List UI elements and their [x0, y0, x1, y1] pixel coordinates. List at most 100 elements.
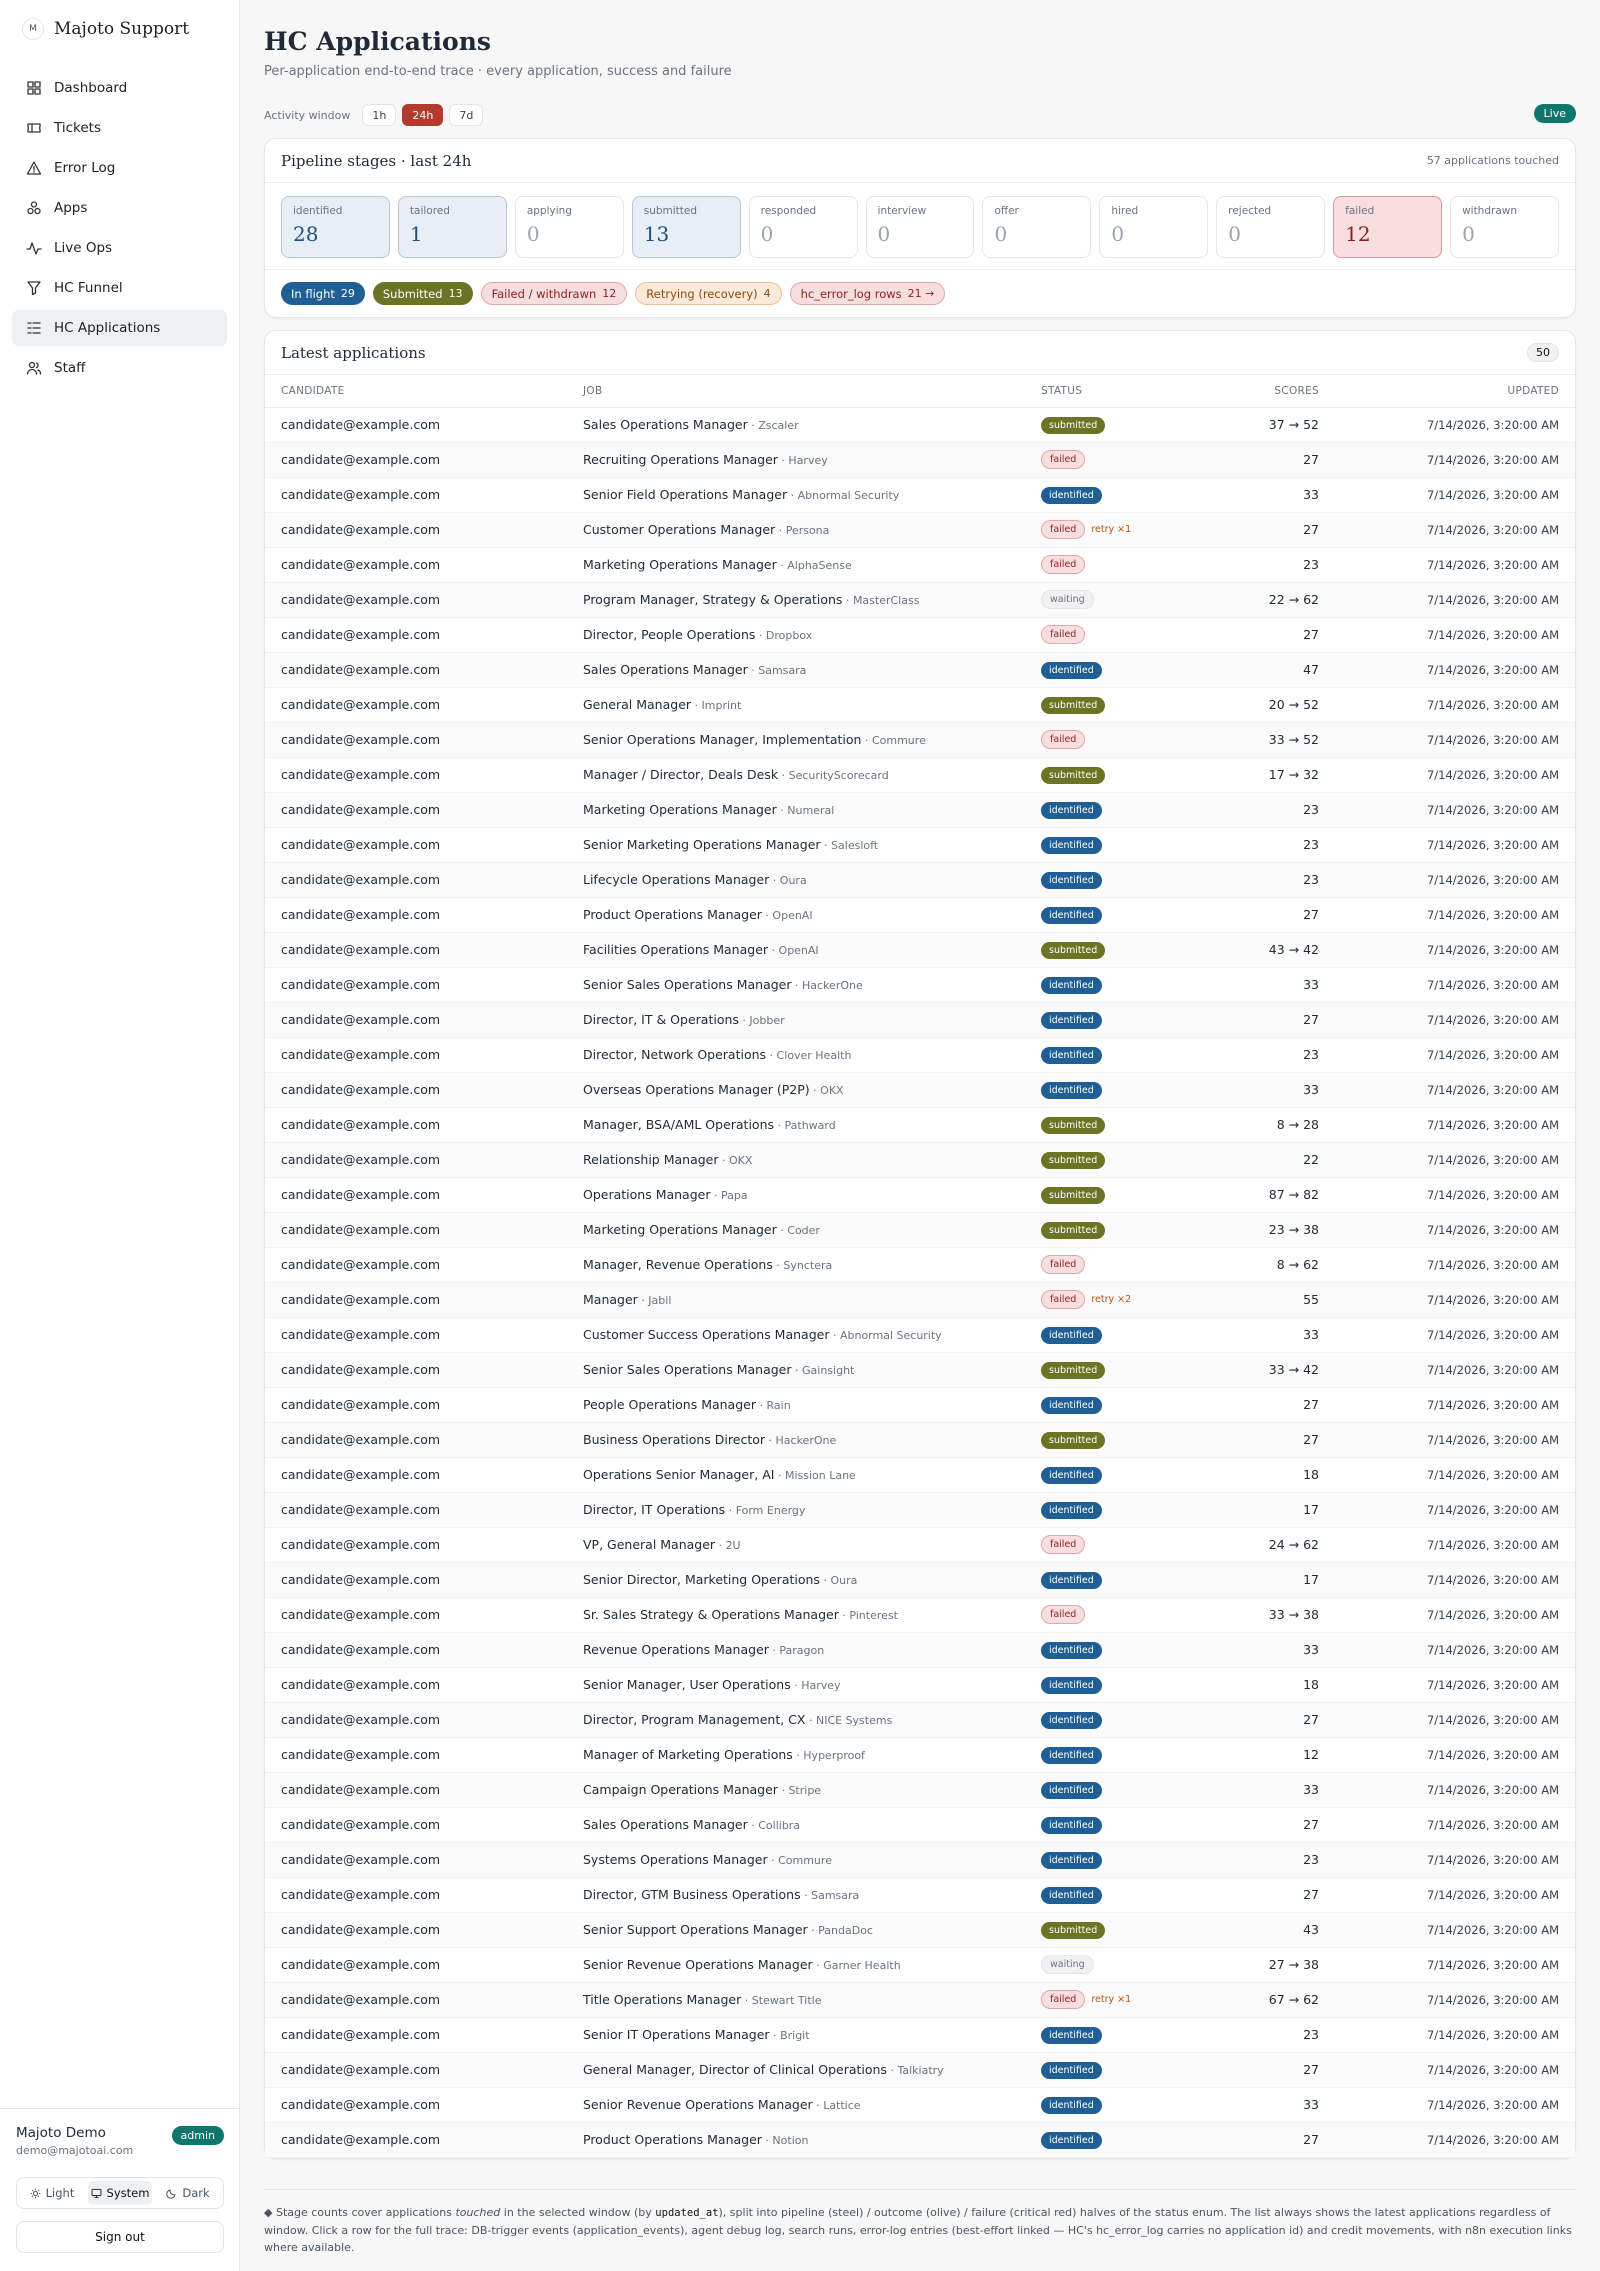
cell-job: Senior Director, Marketing Operations · … — [567, 1562, 1025, 1598]
table-row[interactable]: candidate@example.com Systems Operations … — [265, 1842, 1575, 1878]
sidebar-item-apps[interactable]: Apps — [12, 190, 227, 226]
table-row[interactable]: candidate@example.com Relationship Manage… — [265, 1142, 1575, 1178]
table-row[interactable]: candidate@example.com Manager, BSA/AML Op… — [265, 1107, 1575, 1143]
window-option-1h[interactable]: 1h — [362, 104, 397, 126]
window-option-7d[interactable]: 7d — [449, 104, 484, 126]
stage-tailored[interactable]: tailored 1 — [397, 196, 507, 258]
sidebar-item-dashboard[interactable]: Dashboard — [12, 70, 227, 106]
col-job[interactable]: JOB — [567, 375, 1025, 408]
theme-light-button[interactable]: Light — [20, 2181, 84, 2205]
table-row[interactable]: candidate@example.com Customer Operations… — [265, 512, 1575, 548]
table-row[interactable]: candidate@example.com Director, IT Operat… — [265, 1492, 1575, 1528]
summary-pill-submitted[interactable]: Submitted 13 — [372, 282, 473, 305]
col-candidate[interactable]: CANDIDATE — [265, 375, 567, 408]
table-row[interactable]: candidate@example.com Sr. Sales Strategy … — [265, 1597, 1575, 1633]
cell-status: submitted — [1025, 407, 1215, 443]
theme-system-button[interactable]: System — [88, 2181, 152, 2205]
stage-submitted[interactable]: submitted 13 — [631, 196, 741, 258]
stage-offer[interactable]: offer 0 — [982, 196, 1092, 258]
table-row[interactable]: candidate@example.com Senior Manager, Use… — [265, 1667, 1575, 1703]
table-row[interactable]: candidate@example.com Senior Sales Operat… — [265, 1352, 1575, 1388]
table-row[interactable]: candidate@example.com Director, GTM Busin… — [265, 1877, 1575, 1913]
table-row[interactable]: candidate@example.com General Manager, Di… — [265, 2052, 1575, 2088]
job-title: Director, Program Management, CX — [583, 1712, 806, 1727]
sidebar-item-live-ops[interactable]: Live Ops — [12, 230, 227, 266]
job-company: Oura — [779, 874, 807, 887]
table-row[interactable]: candidate@example.com Manager of Marketin… — [265, 1737, 1575, 1773]
table-row[interactable]: candidate@example.com Recruiting Operatio… — [265, 442, 1575, 478]
table-row[interactable]: candidate@example.com Lifecycle Operation… — [265, 862, 1575, 898]
table-row[interactable]: candidate@example.com Sales Operations Ma… — [265, 407, 1575, 443]
summary-pill-in-flight[interactable]: In flight 29 — [281, 282, 365, 305]
table-row[interactable]: candidate@example.com Revenue Operations … — [265, 1632, 1575, 1668]
table-row[interactable]: candidate@example.com Operations Manager … — [265, 1177, 1575, 1213]
stage-hired[interactable]: hired 0 — [1099, 196, 1209, 258]
table-row[interactable]: candidate@example.com Director, People Op… — [265, 617, 1575, 653]
table-row[interactable]: candidate@example.com Facilities Operatio… — [265, 932, 1575, 968]
table-row[interactable]: candidate@example.com Senior Sales Operat… — [265, 967, 1575, 1003]
table-row[interactable]: candidate@example.com Senior IT Operation… — [265, 2017, 1575, 2053]
cell-updated: 7/14/2026, 3:20:00 AM — [1335, 407, 1575, 443]
table-row[interactable]: candidate@example.com Senior Revenue Oper… — [265, 2087, 1575, 2123]
col-scores[interactable]: SCORES — [1215, 375, 1335, 408]
cell-updated: 7/14/2026, 3:20:00 AM — [1335, 512, 1575, 548]
table-row[interactable]: candidate@example.com Director, Program M… — [265, 1702, 1575, 1738]
table-row[interactable]: candidate@example.com Marketing Operation… — [265, 792, 1575, 828]
table-row[interactable]: candidate@example.com Sales Operations Ma… — [265, 1807, 1575, 1843]
summary-pill-failed-withdrawn[interactable]: Failed / withdrawn 12 — [480, 282, 628, 305]
table-row[interactable]: candidate@example.com Program Manager, St… — [265, 582, 1575, 618]
theme-system-label: System — [106, 2186, 150, 2200]
table-row[interactable]: candidate@example.com Customer Success Op… — [265, 1317, 1575, 1353]
summary-pill-hc-error-log-rows[interactable]: hc_error_log rows 21 → — [789, 282, 946, 305]
stage-interview[interactable]: interview 0 — [865, 196, 975, 258]
table-row[interactable]: candidate@example.com Sales Operations Ma… — [265, 652, 1575, 688]
table-row[interactable]: candidate@example.com Senior Director, Ma… — [265, 1562, 1575, 1598]
table-row[interactable]: candidate@example.com Manager, Revenue Op… — [265, 1247, 1575, 1283]
table-row[interactable]: candidate@example.com Overseas Operations… — [265, 1072, 1575, 1108]
table-row[interactable]: candidate@example.com Senior Marketing Op… — [265, 827, 1575, 863]
table-row[interactable]: candidate@example.com Business Operations… — [265, 1422, 1575, 1458]
stage-responded[interactable]: responded 0 — [748, 196, 858, 258]
stage-failed[interactable]: failed 12 — [1333, 196, 1443, 258]
brand[interactable]: M Majoto Support — [0, 0, 239, 58]
table-row[interactable]: candidate@example.com Campaign Operations… — [265, 1772, 1575, 1808]
job-title: Program Manager, Strategy & Operations — [583, 592, 843, 607]
col-status[interactable]: STATUS — [1025, 375, 1215, 408]
sidebar-item-staff[interactable]: Staff — [12, 350, 227, 386]
table-row[interactable]: candidate@example.com Senior Support Oper… — [265, 1912, 1575, 1948]
table-row[interactable]: candidate@example.com General Manager · I… — [265, 687, 1575, 723]
window-option-24h[interactable]: 24h — [402, 104, 444, 126]
theme-dark-button[interactable]: Dark — [156, 2181, 220, 2205]
table-row[interactable]: candidate@example.com Product Operations … — [265, 2122, 1575, 2158]
cell-scores: 27 — [1215, 617, 1335, 653]
cell-candidate: candidate@example.com — [265, 1317, 567, 1353]
summary-pill-retrying-recovery-[interactable]: Retrying (recovery) 4 — [635, 282, 782, 305]
stage-identified[interactable]: identified 28 — [281, 196, 390, 258]
table-row[interactable]: candidate@example.com Director, Network O… — [265, 1037, 1575, 1073]
col-updated[interactable]: UPDATED — [1335, 375, 1575, 408]
table-row[interactable]: candidate@example.com Director, IT & Oper… — [265, 1002, 1575, 1038]
applications-table: CANDIDATE JOB STATUS SCORES UPDATED cand… — [265, 375, 1575, 2158]
table-row[interactable]: candidate@example.com Marketing Operation… — [265, 547, 1575, 583]
job-company: Rain — [766, 1399, 791, 1412]
sidebar-item-tickets[interactable]: Tickets — [12, 110, 227, 146]
table-row[interactable]: candidate@example.com Marketing Operation… — [265, 1212, 1575, 1248]
cell-status: identified — [1025, 1317, 1215, 1353]
stage-withdrawn[interactable]: withdrawn 0 — [1450, 196, 1559, 258]
table-row[interactable]: candidate@example.com Title Operations Ma… — [265, 1982, 1575, 2018]
table-row[interactable]: candidate@example.com Senior Revenue Oper… — [265, 1947, 1575, 1983]
table-row[interactable]: candidate@example.com VP, General Manager… — [265, 1527, 1575, 1563]
stage-rejected[interactable]: rejected 0 — [1216, 196, 1326, 258]
table-row[interactable]: candidate@example.com Operations Senior M… — [265, 1457, 1575, 1493]
sidebar-item-error-log[interactable]: Error Log — [12, 150, 227, 186]
table-row[interactable]: candidate@example.com Manager · Jabil fail… — [265, 1282, 1575, 1318]
table-row[interactable]: candidate@example.com Senior Field Operat… — [265, 477, 1575, 513]
sidebar-item-hc-funnel[interactable]: HC Funnel — [12, 270, 227, 306]
sidebar-item-hc-applications[interactable]: HC Applications — [12, 310, 227, 346]
table-row[interactable]: candidate@example.com Senior Operations M… — [265, 722, 1575, 758]
sign-out-button[interactable]: Sign out — [16, 2221, 224, 2253]
table-row[interactable]: candidate@example.com People Operations M… — [265, 1387, 1575, 1423]
table-row[interactable]: candidate@example.com Product Operations … — [265, 897, 1575, 933]
stage-applying[interactable]: applying 0 — [514, 196, 624, 258]
table-row[interactable]: candidate@example.com Manager / Director,… — [265, 757, 1575, 793]
